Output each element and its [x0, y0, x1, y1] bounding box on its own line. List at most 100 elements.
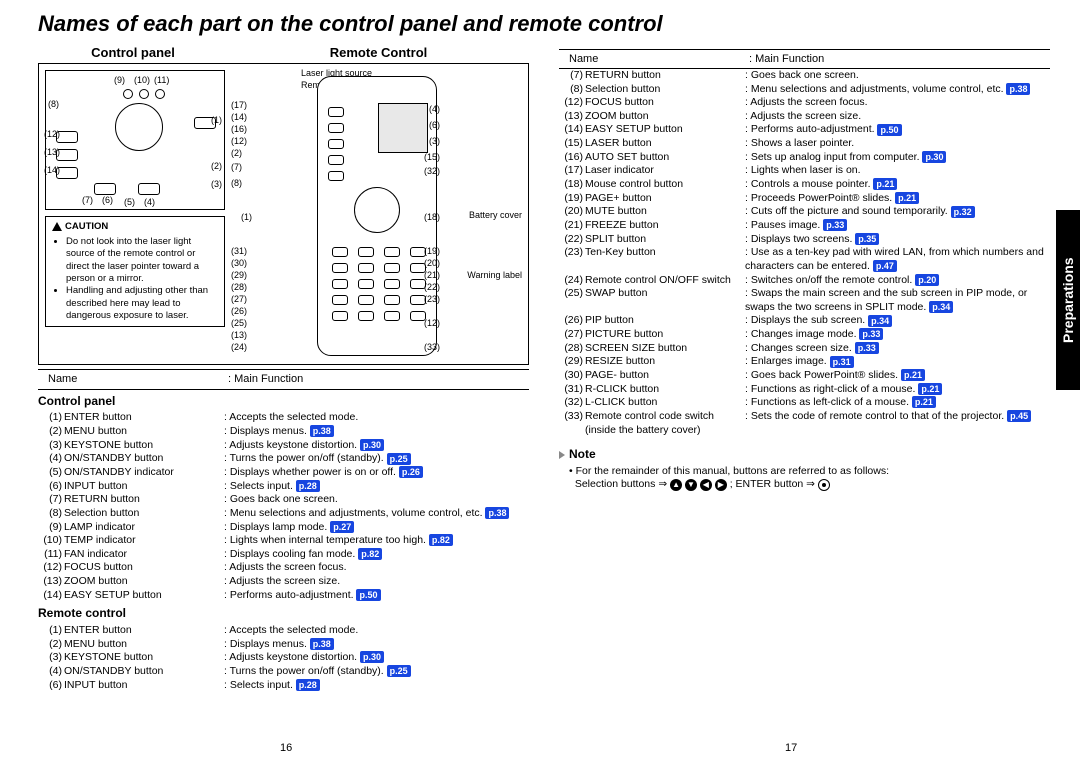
page-ref: p.25: [387, 453, 411, 465]
function-row: (4)ON/STANDBY button: Turns the power on…: [38, 452, 529, 466]
row-name: PICTURE button: [585, 328, 745, 342]
row-name: SPLIT button: [585, 233, 745, 247]
table-header: Name : Main Function: [38, 369, 529, 389]
row-number: (12): [559, 96, 585, 110]
row-name: INPUT button: [64, 679, 224, 693]
row-number: (10): [38, 534, 64, 548]
section-control-panel: Control panel: [38, 394, 529, 410]
row-desc: : Sets up analog input from computer. p.…: [745, 151, 1050, 165]
row-number: (33): [559, 410, 585, 437]
col-func: : Main Function: [228, 372, 529, 386]
label-warning: Warning label: [467, 270, 522, 282]
row-name: Laser indicator: [585, 164, 745, 178]
row-number: (11): [38, 548, 64, 562]
row-name: PAGE- button: [585, 369, 745, 383]
page-ref: p.45: [1007, 410, 1031, 422]
function-row: (14)EASY SETUP button: Performs auto-adj…: [559, 123, 1050, 137]
row-number: (7): [559, 69, 585, 83]
row-number: (12): [38, 561, 64, 575]
row-desc: : Goes back one screen.: [224, 493, 529, 507]
row-name: PAGE+ button: [585, 192, 745, 206]
function-row: (11)FAN indicator: Displays cooling fan …: [38, 548, 529, 562]
page-ref: p.38: [485, 507, 509, 519]
row-name: Mouse control button: [585, 178, 745, 192]
row-name: FREEZE button: [585, 219, 745, 233]
row-number: (15): [559, 137, 585, 151]
function-row: (12)FOCUS button: Adjusts the screen foc…: [38, 561, 529, 575]
row-number: (3): [38, 651, 64, 665]
function-row: (21)FREEZE button: Pauses image. p.33: [559, 219, 1050, 233]
row-desc: : Accepts the selected mode.: [224, 624, 529, 638]
enter-icon: [818, 479, 830, 491]
row-number: (22): [559, 233, 585, 247]
function-row: (9)LAMP indicator: Displays lamp mode. p…: [38, 521, 529, 535]
row-desc: : Changes screen size. p.33: [745, 342, 1050, 356]
page-number-left: 16: [280, 741, 292, 755]
label-battery-cover: Battery cover: [469, 210, 522, 222]
row-desc: : Displays two screens. p.35: [745, 233, 1050, 247]
row-name: EASY SETUP button: [585, 123, 745, 137]
function-row: (14)EASY SETUP button: Performs auto-adj…: [38, 589, 529, 603]
row-name: INPUT button: [64, 480, 224, 494]
row-name: MENU button: [64, 425, 224, 439]
function-row: (15)LASER button: Shows a laser pointer.: [559, 137, 1050, 151]
col-func: : Main Function: [749, 52, 1050, 66]
page-ref: p.21: [895, 192, 919, 204]
page-ref: p.38: [1006, 83, 1030, 95]
row-desc: : Proceeds PowerPoint® slides. p.21: [745, 192, 1050, 206]
row-number: (6): [38, 480, 64, 494]
row-name: ON/STANDBY button: [64, 452, 224, 466]
page-ref: p.32: [951, 206, 975, 218]
left-column: Control panel Remote Control (8) (9): [38, 45, 529, 693]
row-name: ZOOM button: [585, 110, 745, 124]
page-ref: p.21: [873, 178, 897, 190]
row-number: (28): [559, 342, 585, 356]
row-number: (3): [38, 439, 64, 453]
page-ref: p.28: [296, 679, 320, 691]
function-row: (17)Laser indicator: Lights when laser i…: [559, 164, 1050, 178]
row-name: Ten-Key button: [585, 246, 745, 273]
row-number: (8): [559, 83, 585, 97]
row-number: (19): [559, 192, 585, 206]
row-number: (5): [38, 466, 64, 480]
row-number: (16): [559, 151, 585, 165]
row-desc: : Adjusts the screen focus.: [745, 96, 1050, 110]
function-row: (27)PICTURE button: Changes image mode. …: [559, 328, 1050, 342]
row-desc: : Displays the sub screen. p.34: [745, 314, 1050, 328]
function-row: (19)PAGE+ button: Proceeds PowerPoint® s…: [559, 192, 1050, 206]
page-ref: p.47: [873, 260, 897, 272]
page-ref: p.33: [859, 328, 883, 340]
function-row: (13)ZOOM button: Adjusts the screen size…: [559, 110, 1050, 124]
row-name: SWAP button: [585, 287, 745, 314]
row-desc: : Functions as right-click of a mouse. p…: [745, 383, 1050, 397]
row-desc: : Adjusts the screen focus.: [224, 561, 529, 575]
function-row: (6)INPUT button: Selects input. p.28: [38, 480, 529, 494]
page-ref: p.31: [830, 356, 854, 368]
row-number: (27): [559, 328, 585, 342]
row-desc: : Selects input. p.28: [224, 480, 529, 494]
row-desc: : Accepts the selected mode.: [224, 411, 529, 425]
page-ref: p.34: [929, 301, 953, 313]
page-ref: p.38: [310, 425, 334, 437]
right-arrow-icon: ▶: [715, 479, 727, 491]
function-row: (7)RETURN button: Goes back one screen.: [559, 69, 1050, 83]
row-name: EASY SETUP button: [64, 589, 224, 603]
row-name: LASER button: [585, 137, 745, 151]
row-number: (20): [559, 205, 585, 219]
function-row: (16)AUTO SET button: Sets up analog inpu…: [559, 151, 1050, 165]
function-row: (5)ON/STANDBY indicator: Displays whethe…: [38, 466, 529, 480]
row-name: ENTER button: [64, 411, 224, 425]
function-row: (31)R-CLICK button: Functions as right-c…: [559, 383, 1050, 397]
function-row: (3)KEYSTONE button: Adjusts keystone dis…: [38, 651, 529, 665]
row-number: (17): [559, 164, 585, 178]
row-number: (24): [559, 274, 585, 288]
function-row: (1)ENTER button: Accepts the selected mo…: [38, 624, 529, 638]
row-name: AUTO SET button: [585, 151, 745, 165]
page-number-right: 17: [785, 741, 797, 755]
page-ref: p.21: [912, 396, 936, 408]
row-name: RESIZE button: [585, 355, 745, 369]
page-ref: p.33: [823, 219, 847, 231]
function-row: (33)Remote control code switch (inside t…: [559, 410, 1050, 437]
diagram-header-remote: Remote Control: [228, 45, 529, 62]
function-row: (13)ZOOM button: Adjusts the screen size…: [38, 575, 529, 589]
